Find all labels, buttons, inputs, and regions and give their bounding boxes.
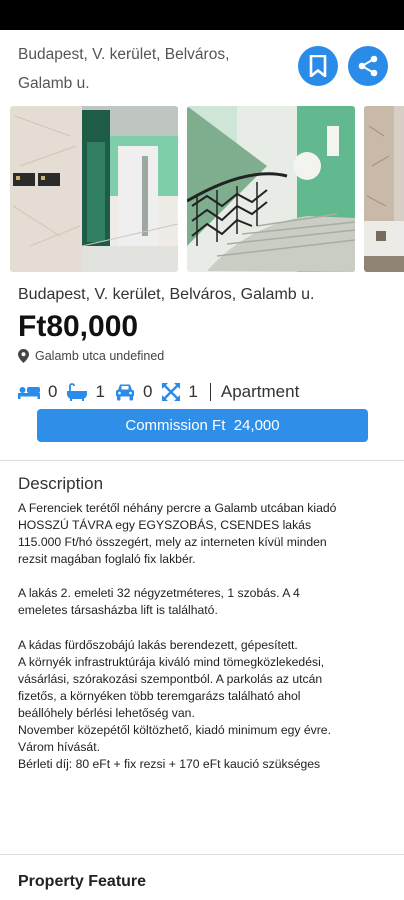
map-pin-icon (18, 349, 29, 363)
property-feature-heading: Property Feature (18, 873, 147, 890)
expand-arrows-icon (162, 383, 181, 401)
status-bar (0, 0, 404, 30)
car-icon (115, 384, 134, 401)
bathtub-icon (67, 383, 88, 401)
section-divider (0, 460, 404, 461)
share-button[interactable] (348, 46, 388, 86)
parking-feature: 0 (115, 382, 152, 402)
header-address: Budapest, V. kerület, Belváros, Galamb u… (18, 46, 230, 92)
bookmark-button[interactable] (298, 46, 338, 86)
description-paragraph: A kádas fürdőszobájú lakás berendezett, … (18, 637, 298, 652)
description-paragraph: Bérleti díj: 80 eFt + fix rezsi + 170 eF… (18, 757, 321, 772)
description-paragraph: November közepétől költözhető, kiadó min… (18, 723, 331, 738)
features-divider (209, 383, 211, 401)
area-count: 1 (188, 382, 198, 401)
bed-icon (18, 387, 40, 399)
bathrooms-count: 1 (95, 382, 105, 401)
area-feature: 1 (162, 382, 198, 402)
photo-interior-partial[interactable] (364, 106, 404, 272)
description-paragraph: A lakás 2. emeleti 32 négyzetméteres, 1 … (18, 586, 300, 618)
description-paragraph: Várom hívását. (18, 740, 100, 755)
photo-stairwell[interactable] (187, 106, 355, 272)
commission-button[interactable]: Commission Ft 24,000 (37, 409, 368, 442)
bookmark-icon (309, 55, 327, 77)
bedrooms-count: 0 (48, 382, 58, 401)
location-row: Galamb utca undefined (18, 349, 164, 363)
description-body: A Ferenciek terétől néhány percre a Gala… (18, 500, 348, 773)
features-row: 0 1 0 1 Apartment (18, 380, 299, 404)
bathrooms-feature: 1 (67, 382, 105, 402)
parking-count: 0 (142, 382, 153, 401)
listing-price: Ft80,000 (18, 310, 139, 343)
location-text: Galamb utca undefined (35, 349, 165, 363)
description-paragraph: A környék infrastruktúrája kiváló mind t… (18, 654, 325, 720)
listing-title: Budapest, V. kerület, Belváros, Galamb u… (18, 286, 315, 303)
section-divider (0, 854, 404, 855)
bedrooms-feature: 0 (18, 382, 57, 402)
photo-gallery[interactable] (0, 106, 404, 272)
property-type: Apartment (220, 382, 300, 401)
photo-hallway-entrance[interactable] (10, 106, 178, 272)
description-heading: Description (18, 474, 104, 493)
description-paragraph: A Ferenciek terétől néhány percre a Gala… (18, 501, 337, 567)
header: Budapest, V. kerület, Belváros, Galamb u… (0, 30, 404, 102)
share-icon (358, 55, 378, 77)
